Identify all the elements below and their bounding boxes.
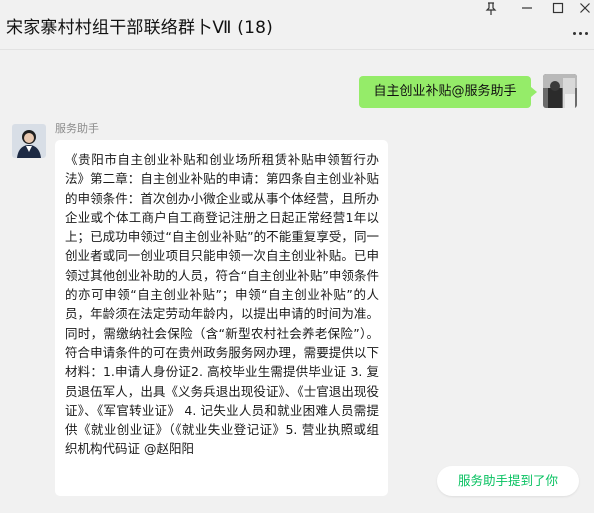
my-avatar[interactable] (543, 74, 577, 108)
title-bar: 宋家寨村村组干部联络群卜Ⅶ (18) (0, 0, 594, 50)
chat-title: 宋家寨村村组干部联络群卜Ⅶ (18) (6, 18, 273, 38)
minimize-icon[interactable] (518, 2, 536, 16)
sent-message-bubble[interactable]: 自主创业补贴@服务助手 (359, 76, 537, 108)
maximize-icon[interactable] (549, 2, 567, 16)
mention-notice-button[interactable]: 服务助手提到了你 (437, 466, 579, 496)
close-icon[interactable] (576, 2, 594, 16)
pin-icon[interactable] (482, 2, 500, 16)
more-icon[interactable] (572, 28, 590, 38)
sender-name: 服务助手 (55, 122, 99, 135)
sender-avatar[interactable] (12, 124, 46, 158)
received-message-bubble[interactable]: 《贵阳市自主创业补贴和创业场所租赁补贴申领暂行办法》第二章：自主创业补贴的申请：… (55, 140, 388, 496)
